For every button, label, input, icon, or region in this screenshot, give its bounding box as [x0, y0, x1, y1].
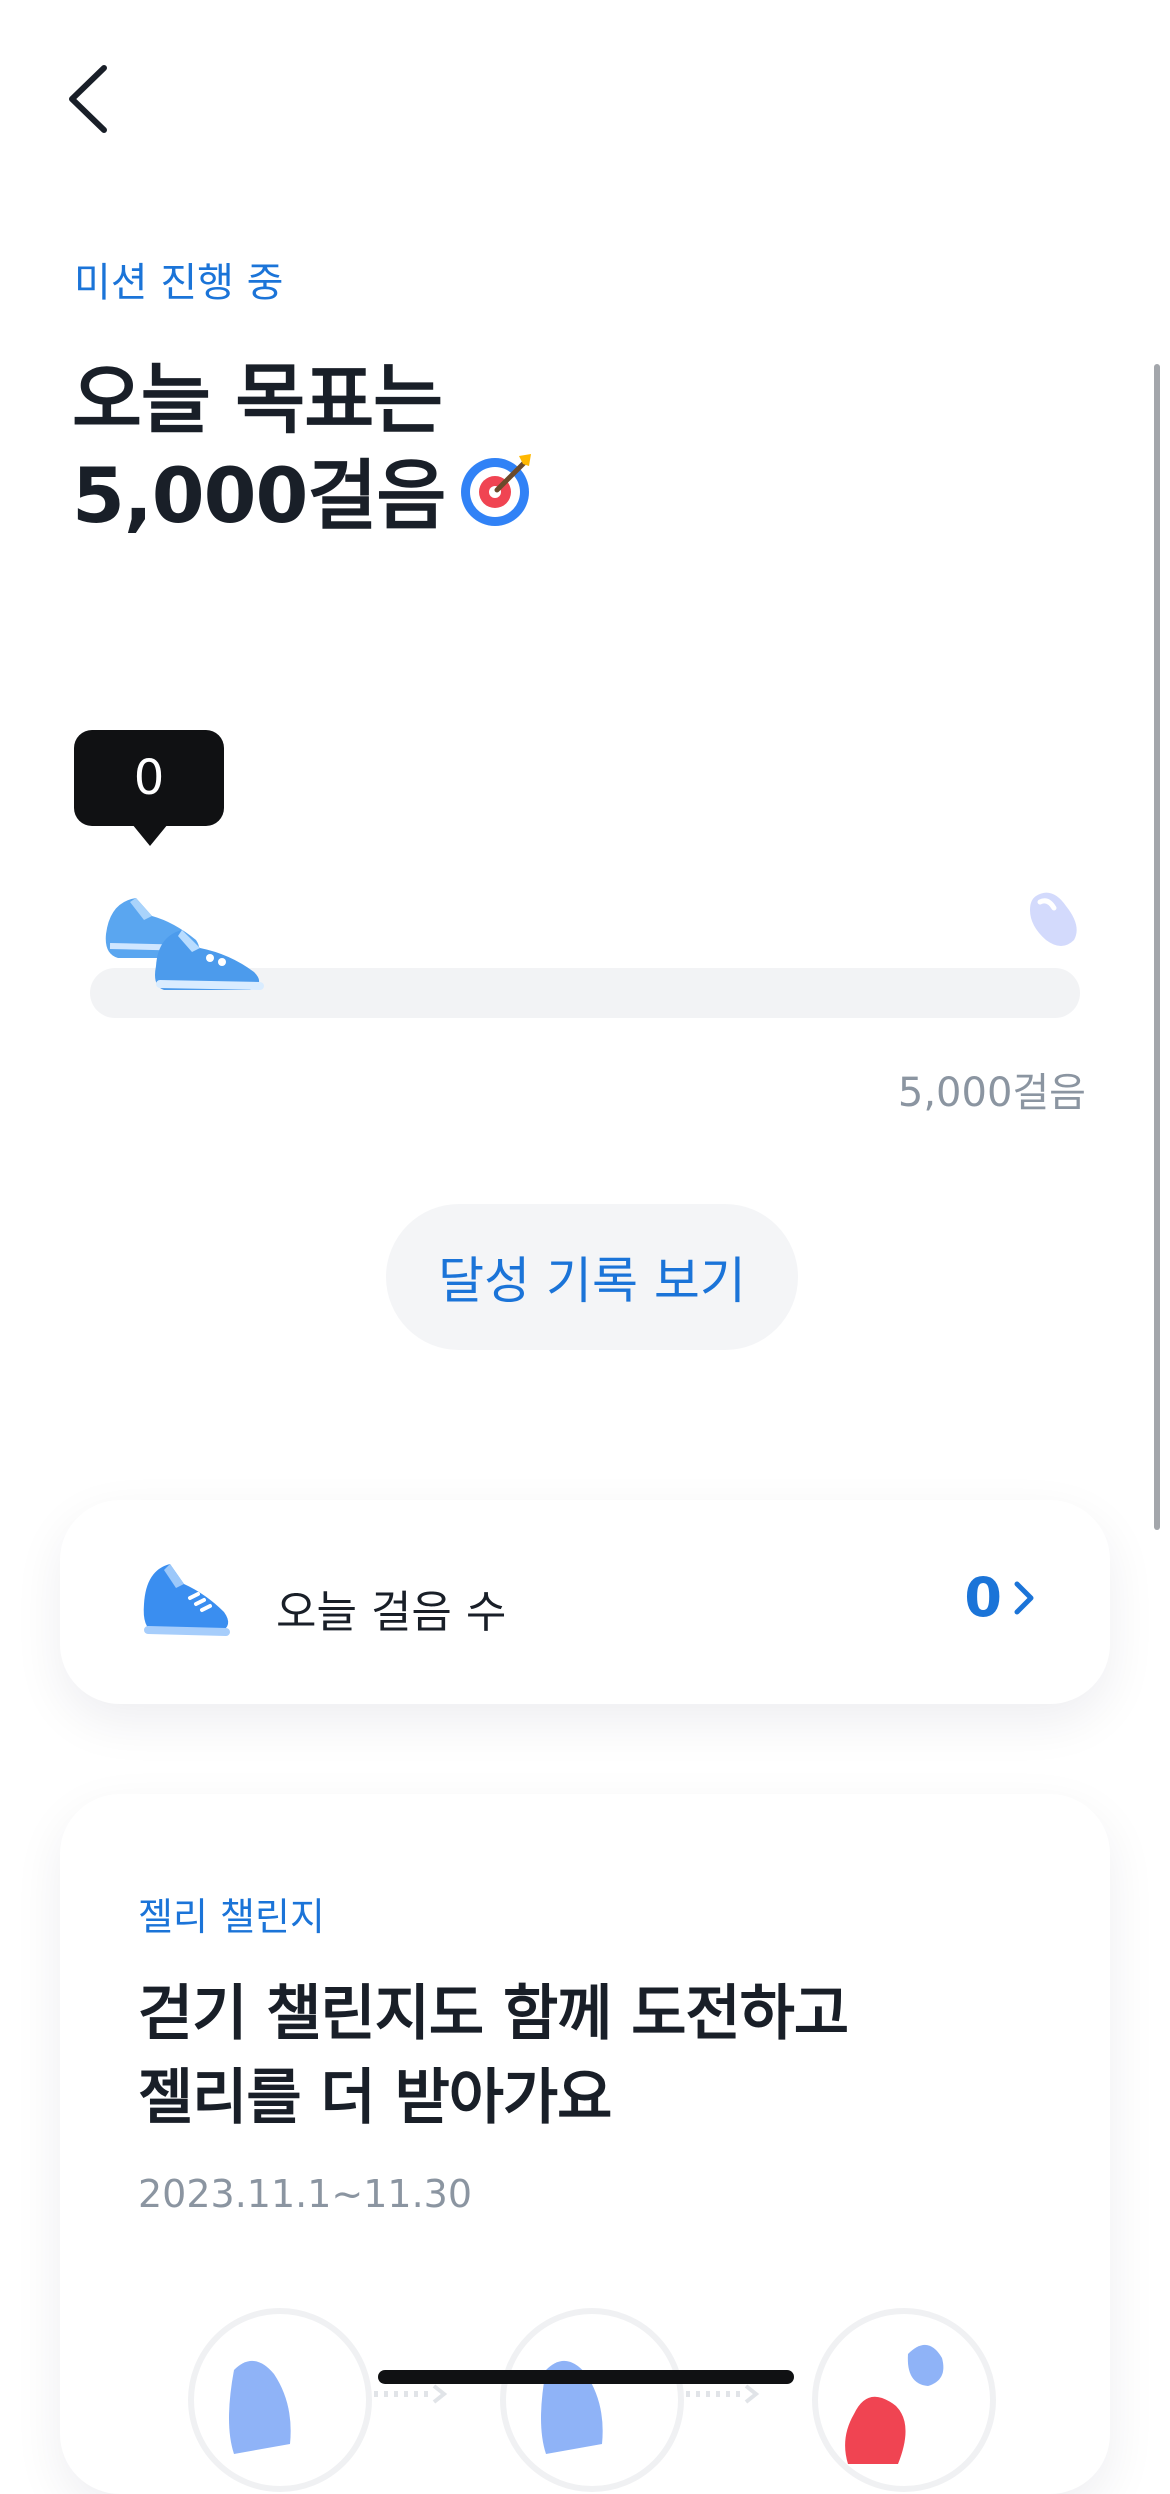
chevron-right-icon: [1014, 1581, 1034, 1614]
page-title: 오늘 목표는 5,000걸음: [72, 352, 535, 550]
progress-dots: [682, 2384, 762, 2404]
today-steps-count: 0: [964, 1566, 1036, 1629]
reward-stage-3: [812, 2308, 996, 2492]
jelly-icon: [541, 2360, 603, 2454]
goal-steps-text: 5,000걸음: [72, 451, 446, 540]
current-steps-tooltip: 0: [74, 730, 224, 846]
jelly-challenge-card[interactable]: 젤리 챌린지 걷기 챌린지도 함께 도전하고 젤리를 더 받아가요 2023.1…: [60, 1794, 1110, 2494]
reward-stage-2: [500, 2308, 684, 2492]
goal-steps-label: 5,000걸음: [897, 1070, 1086, 1116]
chevron-left-icon: [69, 65, 107, 133]
title-line-1: 오늘 목표는: [72, 355, 443, 444]
view-history-button[interactable]: 달성 기록 보기: [386, 1204, 798, 1350]
challenge-title-line-2: 젤리를 더 받아가요: [138, 2063, 612, 2133]
challenge-tag: 젤리 챌린지: [138, 1895, 325, 1939]
jelly-icon: [1022, 886, 1088, 956]
today-steps-card[interactable]: 오늘 걸음 수 0: [60, 1500, 1110, 1704]
sneaker-icon: [140, 1554, 236, 1650]
mission-status-label: 미션 진행 중: [74, 260, 284, 306]
home-indicator[interactable]: [378, 2370, 794, 2384]
challenge-title-line-1: 걷기 챌린지도 함께 도전하고: [138, 1979, 849, 2049]
today-steps-value: 0: [964, 1566, 1002, 1629]
jelly-icon: [845, 2344, 944, 2464]
progress-dots: [370, 2384, 450, 2404]
jelly-icon: [229, 2360, 291, 2454]
title-line-2: 5,000걸음: [72, 448, 535, 550]
back-button[interactable]: [62, 62, 122, 136]
challenge-title: 걷기 챌린지도 함께 도전하고 젤리를 더 받아가요: [138, 1972, 1038, 2140]
sneakers-icon: [100, 888, 270, 1004]
challenge-date: 2023.11.1~11.30: [138, 2172, 473, 2216]
today-steps-label: 오늘 걸음 수: [276, 1587, 507, 1638]
target-icon: [459, 452, 535, 550]
scrollbar[interactable]: [1154, 364, 1160, 1530]
reward-stage-1: [188, 2308, 372, 2492]
